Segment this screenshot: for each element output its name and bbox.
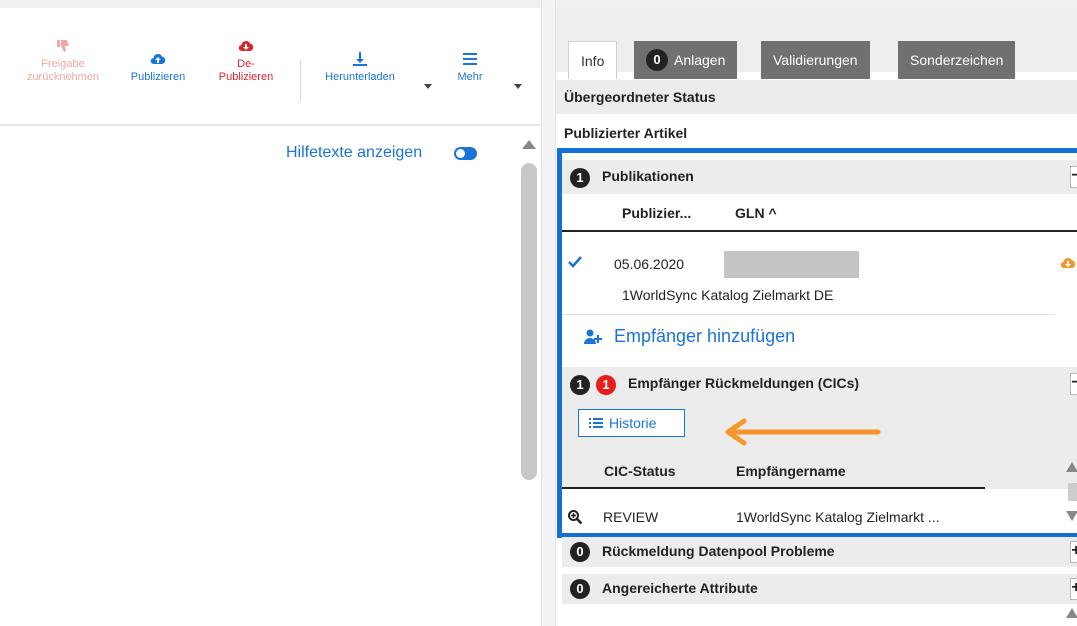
revoke-approval-button[interactable]: Freigabe zurücknehmen: [14, 38, 112, 84]
revoke-approval-label-1: Freigabe: [41, 58, 85, 70]
tab-attachments-label: Anlagen: [674, 52, 726, 68]
enriched-count-badge: 0: [570, 579, 590, 599]
tab-special-characters-label: Sonderzeichen: [910, 52, 1004, 68]
more-label: Mehr: [457, 71, 483, 83]
publish-button[interactable]: Publizieren: [120, 51, 196, 84]
menu-icon: [463, 53, 477, 65]
revoke-approval-label-2: zurücknehmen: [26, 71, 100, 83]
highlight-frame: [557, 148, 1077, 538]
datapool-title: Rückmeldung Datenpool Probleme: [602, 543, 835, 559]
help-texts-toggle[interactable]: [454, 147, 477, 160]
tab-info[interactable]: Info: [568, 41, 618, 79]
enriched-expand-button[interactable]: +: [1070, 578, 1077, 600]
more-button[interactable]: Mehr: [450, 51, 490, 84]
left-scrollbar-thumb[interactable]: [521, 163, 537, 480]
unpublish-label-2: Publizieren: [218, 71, 274, 83]
scroll-up-arrow-icon[interactable]: [522, 140, 536, 149]
datapool-count-badge: 0: [570, 542, 590, 562]
action-toolbar: Freigabe zurücknehmen Publizieren De- Pu…: [0, 8, 541, 126]
unpublish-button[interactable]: De- Publizieren: [214, 38, 278, 84]
tab-bar: Info 0 Anlagen Validierungen Sonderzeiche…: [556, 8, 1077, 79]
parent-status-label: Übergeordneter Status: [564, 89, 716, 105]
more-dropdown-caret-icon[interactable]: [514, 84, 522, 89]
tab-validations[interactable]: Validierungen: [761, 41, 870, 79]
right-scroll-up-icon[interactable]: [1066, 608, 1077, 618]
published-article-row: Publizierter Artikel: [556, 116, 1077, 150]
download-icon: [353, 52, 367, 66]
download-dropdown-caret-icon[interactable]: [424, 84, 432, 89]
tab-attachments[interactable]: 0 Anlagen: [634, 41, 738, 79]
show-help-texts-link[interactable]: Hilfetexte anzeigen: [286, 144, 422, 162]
parent-status-row: Übergeordneter Status: [556, 80, 1077, 114]
panel-divider[interactable]: [541, 0, 556, 626]
publish-label: Publizieren: [130, 71, 186, 83]
thumbs-down-icon: [57, 40, 69, 52]
tab-special-characters[interactable]: Sonderzeichen: [898, 41, 1016, 79]
tab-validations-label: Validierungen: [773, 52, 858, 68]
enriched-title: Angereicherte Attribute: [602, 580, 758, 596]
enriched-section-header[interactable]: 0 Angereicherte Attribute +: [562, 574, 1077, 604]
cloud-download-icon: [238, 41, 254, 52]
tab-info-label: Info: [581, 53, 605, 69]
datapool-section-header[interactable]: 0 Rückmeldung Datenpool Probleme +: [562, 537, 1077, 567]
unpublish-label-1: De-: [237, 58, 255, 70]
datapool-expand-button[interactable]: +: [1070, 541, 1077, 563]
download-label: Herunterladen: [325, 71, 395, 83]
download-button[interactable]: Herunterladen: [312, 51, 408, 84]
top-bar: [0, 0, 1077, 8]
published-article-label: Publizierter Artikel: [564, 125, 688, 141]
cloud-upload-icon: [150, 54, 166, 65]
attachments-count-badge: 0: [646, 49, 668, 72]
toolbar-separator: [300, 60, 301, 102]
